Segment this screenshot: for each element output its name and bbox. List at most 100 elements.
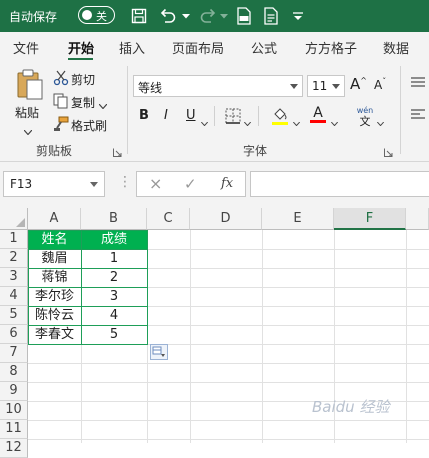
font-name-value: 等线 (138, 81, 163, 95)
autosave-toggle[interactable]: 关 (78, 6, 115, 24)
column-header-e[interactable]: E (262, 208, 334, 230)
ribbon-separator (258, 106, 259, 126)
chevron-down-icon (332, 84, 340, 89)
fill-color-dropdown-icon[interactable] (292, 115, 301, 129)
autosave-state: 关 (96, 10, 107, 23)
table-inner-border (28, 325, 148, 326)
font-dialog-launcher-icon[interactable] (384, 146, 393, 160)
gridline (190, 230, 191, 443)
column-header-d[interactable]: D (190, 208, 262, 230)
borders-dropdown-icon[interactable] (243, 115, 252, 129)
cut-label[interactable]: 剪切 (71, 71, 95, 88)
column-header-c[interactable]: C (147, 208, 190, 230)
export-pdf-icon[interactable] (233, 4, 255, 28)
tab-home[interactable]: 开始 (68, 38, 94, 57)
bold-button[interactable]: B (139, 108, 149, 123)
customize-quick-access-icon[interactable] (287, 4, 309, 28)
tab-fangfang-grid[interactable]: 方方格子 (305, 38, 357, 57)
table-inner-border (28, 306, 148, 307)
cancel-icon[interactable]: × (149, 174, 162, 193)
tab-data[interactable]: 数据 (383, 38, 409, 57)
gridline (28, 382, 429, 383)
increase-font-size-button[interactable]: A^ (350, 75, 367, 93)
font-color-dropdown-icon[interactable] (330, 115, 339, 129)
font-color-button[interactable]: A (310, 105, 326, 123)
tab-page-layout[interactable]: 页面布局 (172, 38, 224, 57)
font-name-select[interactable]: 等线 (133, 75, 303, 97)
column-header-g[interactable] (406, 208, 429, 230)
insert-function-icon[interactable]: fx (221, 176, 233, 191)
tab-formulas[interactable]: 公式 (251, 38, 277, 57)
paste-icon[interactable] (16, 68, 44, 103)
select-all-corner[interactable] (0, 208, 28, 230)
underline-dropdown-icon[interactable] (200, 115, 209, 129)
borders-icon[interactable] (225, 108, 241, 127)
phonetic-dropdown-icon[interactable] (376, 115, 385, 129)
table-inner-border (28, 268, 148, 269)
row-header[interactable]: 8 (0, 363, 28, 382)
paste-dropdown-icon[interactable] (23, 124, 33, 138)
underline-button[interactable]: U (186, 108, 196, 123)
align-top-icon[interactable] (410, 76, 426, 93)
chevron-down-icon (90, 182, 98, 187)
undo-icon[interactable] (157, 4, 179, 28)
undo-dropdown-icon[interactable] (180, 4, 192, 28)
save-icon[interactable] (128, 4, 150, 28)
row-header[interactable]: 5 (0, 306, 28, 325)
redo-dropdown-icon[interactable] (218, 4, 230, 28)
row-header[interactable]: 7 (0, 344, 28, 363)
row-header[interactable]: 4 (0, 287, 28, 306)
copy-label[interactable]: 复制 (71, 94, 95, 111)
ribbon-separator (400, 66, 401, 154)
clipboard-group-label: 剪贴板 (36, 144, 73, 158)
document-icon[interactable] (260, 4, 282, 28)
column-header-a[interactable]: A (28, 208, 81, 230)
column-header-b[interactable]: B (81, 208, 147, 230)
formula-bar: F13 ⋮ × ✓ fx (0, 162, 429, 208)
copy-icon[interactable] (53, 93, 69, 112)
row-header[interactable]: 6 (0, 325, 28, 344)
formula-input[interactable] (250, 171, 429, 197)
phonetic-sub-label: 文 (359, 115, 371, 128)
row-header[interactable]: 2 (0, 249, 28, 268)
table-inner-border (28, 249, 148, 250)
copy-dropdown-icon[interactable] (98, 98, 108, 112)
row-header[interactable]: 12 (0, 439, 28, 458)
row-header[interactable]: 1 (0, 230, 28, 249)
formula-bar-resize-handle[interactable]: ⋮ (118, 174, 132, 190)
formula-buttons: × ✓ fx (136, 171, 246, 197)
font-size-select[interactable]: 11 (307, 75, 345, 97)
ribbon: 粘贴 剪切 复制 格式刷 剪贴板 等线 11 A^ Aˇ B I U A wén… (0, 60, 429, 162)
enter-icon[interactable]: ✓ (184, 175, 197, 193)
name-box[interactable]: F13 (3, 171, 105, 197)
row-header[interactable]: 9 (0, 382, 28, 401)
chevron-down-icon (290, 84, 298, 89)
gridline (262, 230, 263, 443)
title-bar: 自动保存 关 (0, 0, 429, 32)
table-inner-border (28, 287, 148, 288)
decrease-font-size-button[interactable]: Aˇ (374, 77, 386, 92)
format-painter-label[interactable]: 格式刷 (71, 117, 107, 134)
paste-options-icon[interactable] (150, 344, 168, 360)
phonetic-guide-button[interactable]: wén 文 (354, 104, 376, 127)
caret-up-icon: ^ (360, 76, 367, 85)
clipboard-dialog-launcher-icon[interactable] (113, 146, 122, 160)
autosave-label: 自动保存 (9, 10, 58, 24)
font-color-label: A (313, 105, 323, 121)
ribbon-tabs: 文件 开始 插入 页面布局 公式 方方格子 数据 (0, 32, 429, 60)
font-group-label: 字体 (243, 144, 268, 158)
scissors-icon[interactable] (53, 70, 69, 89)
row-header[interactable]: 10 (0, 401, 28, 420)
format-painter-icon[interactable] (53, 116, 69, 135)
italic-button[interactable]: I (164, 108, 168, 123)
fill-color-icon[interactable] (271, 106, 289, 129)
align-left-icon[interactable] (410, 108, 426, 125)
redo-icon[interactable] (197, 4, 219, 28)
tab-insert[interactable]: 插入 (119, 38, 145, 57)
tab-file[interactable]: 文件 (13, 38, 39, 57)
column-header-f[interactable]: F (334, 208, 406, 230)
watermark: Baidu 经验 (312, 398, 390, 416)
row-header[interactable]: 11 (0, 420, 28, 439)
paste-label[interactable]: 粘贴 (15, 104, 39, 121)
row-header[interactable]: 3 (0, 268, 28, 287)
